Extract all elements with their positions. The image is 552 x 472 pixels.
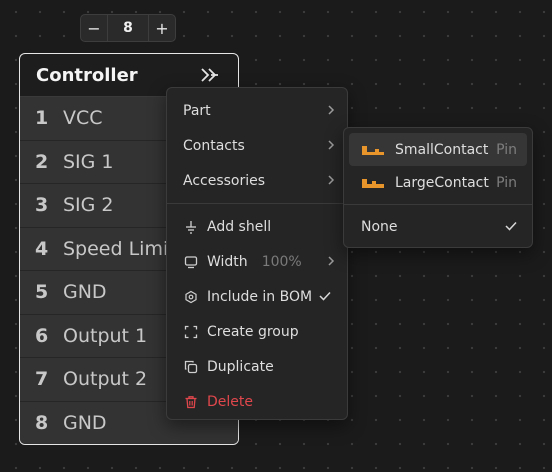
small-contact-icon <box>362 145 384 155</box>
contact-option-large[interactable]: LargeContact Pin <box>349 166 527 199</box>
menu-item-create-group[interactable]: Create group <box>171 314 343 349</box>
collapse-arrows-icon[interactable] <box>200 67 222 83</box>
pin-label: SIG 2 <box>63 194 114 217</box>
menu-item-label: Include in BOM <box>207 288 313 305</box>
trash-icon <box>183 394 199 410</box>
pin-label: Output 1 <box>63 324 148 347</box>
contact-label: SmallContact <box>395 141 489 158</box>
pin-number: 2 <box>35 150 49 173</box>
contact-option-small[interactable]: SmallContact Pin <box>349 133 527 166</box>
pin-number: 5 <box>35 281 49 304</box>
menu-divider <box>167 203 347 204</box>
menu-item-label: Width <box>207 253 248 270</box>
width-value: 100% <box>261 253 302 270</box>
menu-item-include-in-bom[interactable]: Include in BOM <box>171 279 343 314</box>
menu-item-contacts[interactable]: Contacts <box>171 128 343 163</box>
menu-item-part[interactable]: Part <box>171 93 343 128</box>
pin-count-value[interactable]: 8 <box>107 15 149 41</box>
chevron-right-icon <box>328 256 335 266</box>
menu-item-label: Add shell <box>207 218 272 235</box>
menu-item-label: Delete <box>207 393 253 410</box>
chevron-right-icon <box>328 175 335 185</box>
duplicate-icon <box>183 359 199 375</box>
menu-item-width[interactable]: Width 100% <box>171 244 343 279</box>
contact-label: LargeContact <box>395 174 489 191</box>
pin-number: 7 <box>35 368 49 391</box>
contact-type-tag: Pin <box>496 175 517 191</box>
contact-option-none[interactable]: None <box>349 210 527 243</box>
pin-label: SIG 1 <box>63 150 114 173</box>
menu-divider <box>344 204 532 205</box>
pin-label: VCC <box>63 107 103 130</box>
pin-number: 1 <box>35 107 49 130</box>
pin-label: GND <box>63 411 107 434</box>
checkmark-icon <box>505 221 517 231</box>
pin-label: Output 2 <box>63 368 148 391</box>
bom-icon <box>183 289 199 305</box>
chevron-right-icon <box>328 105 335 115</box>
menu-item-label: Accessories <box>183 172 266 189</box>
large-contact-icon <box>362 178 384 188</box>
pin-number: 6 <box>35 324 49 347</box>
menu-item-duplicate[interactable]: Duplicate <box>171 349 343 384</box>
menu-item-label: Create group <box>207 323 299 340</box>
controller-title: Controller <box>36 64 138 86</box>
pin-number: 8 <box>35 411 49 434</box>
checkmark-icon <box>319 291 331 301</box>
increment-button[interactable]: + <box>149 15 175 41</box>
shell-icon <box>183 219 199 235</box>
menu-item-delete[interactable]: Delete <box>171 384 343 419</box>
context-menu: Part Contacts Accessories Add shell Widt… <box>166 87 348 420</box>
chevron-right-icon <box>328 140 335 150</box>
pin-number: 3 <box>35 194 49 217</box>
menu-item-add-shell[interactable]: Add shell <box>171 209 343 244</box>
menu-item-label: Part <box>183 102 211 119</box>
pin-label: Speed Limit <box>63 237 176 260</box>
contact-type-tag: Pin <box>496 142 517 158</box>
pin-label: GND <box>63 281 107 304</box>
width-icon <box>183 254 199 270</box>
decrement-button[interactable]: − <box>81 15 107 41</box>
menu-item-label: Contacts <box>183 137 245 154</box>
pin-number: 4 <box>35 237 49 260</box>
pin-count-stepper[interactable]: − 8 + <box>80 14 176 42</box>
menu-item-accessories[interactable]: Accessories <box>171 163 343 198</box>
contact-label: None <box>361 218 398 235</box>
group-icon <box>183 324 199 340</box>
contacts-submenu: SmallContact Pin LargeContact Pin None <box>343 127 533 248</box>
menu-item-label: Duplicate <box>207 358 274 375</box>
